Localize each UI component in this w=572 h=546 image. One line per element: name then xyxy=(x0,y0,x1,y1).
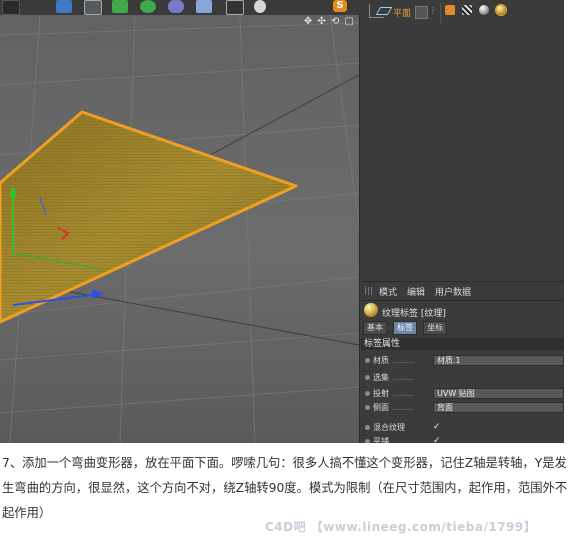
attribute-title-row: 纹理标签 [纹理] xyxy=(361,302,564,320)
viewport-scene xyxy=(0,15,359,443)
perspective-viewport[interactable]: ✥ ✣ ⟲ ▢ xyxy=(0,15,360,443)
projection-dropdown[interactable]: UVW 贴图 xyxy=(433,388,564,399)
property-label: 材质 ......... xyxy=(373,356,415,365)
animate-dot[interactable] xyxy=(365,439,370,443)
section-header: 标签属性 xyxy=(361,338,564,350)
c4d-screenshot: S ✥ ✣ ⟲ ▢ 平面 ⋮ 模式 编辑 用户数据 纹理标签 [纹理] 基本 标… xyxy=(0,0,564,443)
deformer-tag-icon[interactable] xyxy=(445,5,455,15)
top-toolbar: S xyxy=(0,0,360,15)
property-label: 混合纹理 xyxy=(373,423,405,432)
cube-icon[interactable] xyxy=(56,0,72,13)
property-material: 材质 ......... 材质.1 xyxy=(361,354,564,368)
world-axis-line xyxy=(59,289,359,346)
animate-dot[interactable] xyxy=(365,358,370,363)
app-badge[interactable]: S xyxy=(333,0,347,12)
animate-dot[interactable] xyxy=(365,391,370,396)
object-manager: 平面 ⋮ xyxy=(361,0,564,280)
plane-icon xyxy=(375,7,393,15)
menu-mode[interactable]: 模式 xyxy=(379,285,397,298)
material-icon xyxy=(364,303,378,317)
property-side: 侧面 ......... 背面 xyxy=(361,401,564,415)
spline-icon[interactable] xyxy=(84,0,102,15)
texture-tag-icon[interactable] xyxy=(495,4,508,16)
property-mix-textures: 混合纹理 ✓ xyxy=(361,421,564,435)
property-tile: 平铺 ......... ✓ xyxy=(361,435,564,443)
object-row[interactable]: 平面 ⋮ xyxy=(365,3,561,23)
property-selection: 选集 ......... xyxy=(361,371,564,385)
animate-dot[interactable] xyxy=(365,405,370,410)
property-label: 平铺 ......... xyxy=(373,437,415,443)
attribute-menu-bar: 模式 编辑 用户数据 xyxy=(361,282,564,301)
column-divider xyxy=(440,3,441,23)
visibility-toggle[interactable] xyxy=(415,6,428,19)
mix-textures-checkbox[interactable]: ✓ xyxy=(433,422,441,432)
animate-dot[interactable] xyxy=(365,425,370,430)
property-label: 投射 ......... xyxy=(373,389,415,398)
tab-coordinates[interactable]: 坐标 xyxy=(423,321,448,335)
camera-icon[interactable] xyxy=(226,0,244,15)
deformer-icon[interactable] xyxy=(168,0,184,13)
watermark: C4D吧 【www.lineeg.com/tieba/1799】 xyxy=(265,520,537,534)
checker-tag-icon[interactable] xyxy=(462,5,473,15)
tb-slot-0[interactable] xyxy=(2,0,20,15)
material-tag-icon[interactable] xyxy=(479,5,490,15)
property-projection: 投射 ......... UVW 贴图 xyxy=(361,387,564,401)
tag-list xyxy=(445,4,508,19)
viewport-nav-icons[interactable]: ✥ ✣ ⟲ ▢ xyxy=(304,16,355,27)
attribute-tabs: 基本 标签 坐标 xyxy=(363,321,448,335)
menu-user-data[interactable]: 用户数据 xyxy=(435,285,471,298)
flag-dots[interactable]: ⋮ xyxy=(429,6,437,15)
panel-grip-icon[interactable] xyxy=(365,287,373,295)
tile-checkbox[interactable]: ✓ xyxy=(433,436,441,443)
caption-text: 7、添加一个弯曲变形器，放在平面下面。啰嗦几句：很多人搞不懂这个变形器，记住Z轴… xyxy=(2,456,568,520)
floor-icon[interactable] xyxy=(196,0,212,13)
property-label: 选集 ......... xyxy=(373,373,415,382)
object-name[interactable]: 平面 xyxy=(393,6,411,19)
attribute-manager: 模式 编辑 用户数据 纹理标签 [纹理] 基本 标签 坐标 标签属性 材质 ..… xyxy=(361,281,564,443)
animate-dot[interactable] xyxy=(365,375,370,380)
side-dropdown[interactable]: 背面 xyxy=(433,402,564,413)
property-label: 侧面 ......... xyxy=(373,403,415,412)
nurbs-icon[interactable] xyxy=(112,0,128,13)
attribute-title: 纹理标签 [纹理] xyxy=(382,309,446,319)
menu-edit[interactable]: 编辑 xyxy=(407,285,425,298)
tab-basic[interactable]: 基本 xyxy=(363,321,387,335)
material-field[interactable]: 材质.1 xyxy=(433,355,564,366)
array-icon[interactable] xyxy=(140,0,156,13)
light-icon[interactable] xyxy=(254,0,266,13)
tab-tag[interactable]: 标签 xyxy=(393,321,418,335)
